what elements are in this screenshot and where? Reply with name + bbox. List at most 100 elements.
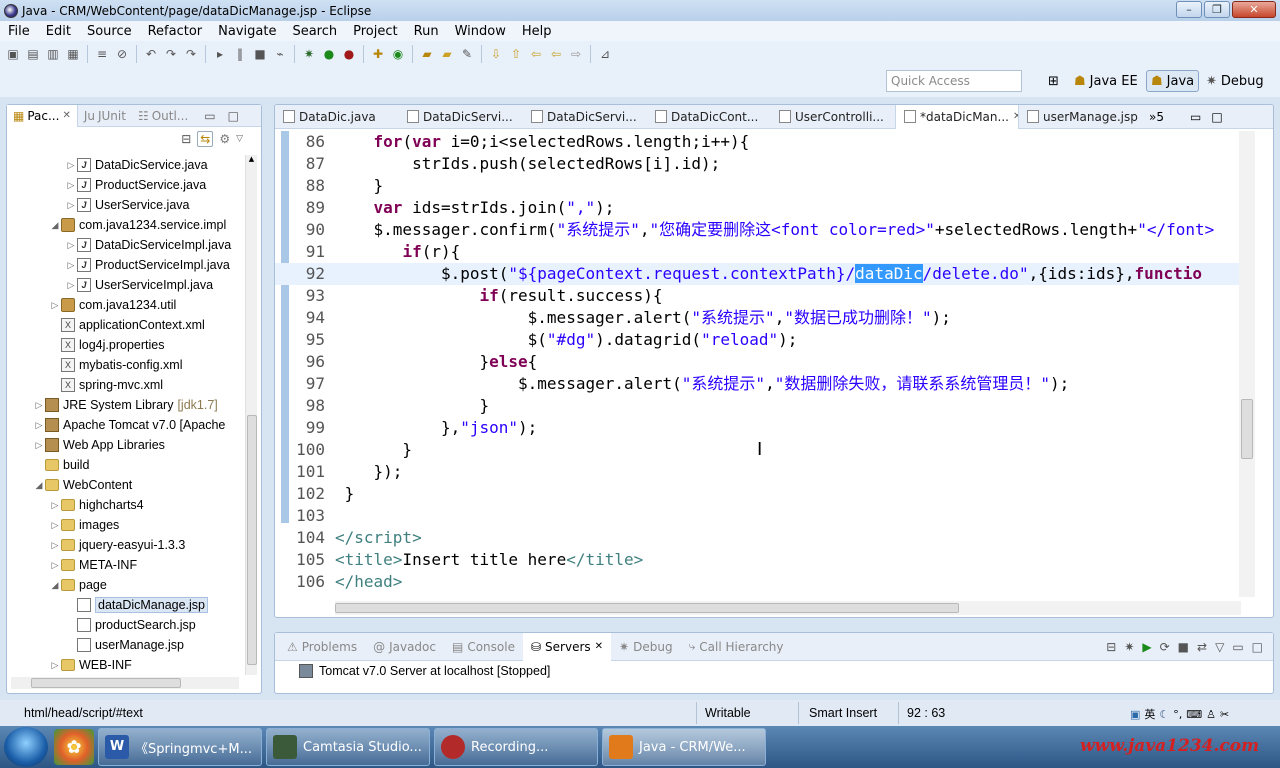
code-line[interactable]: 94 $.messager.alert("系统提示","数据已成功删除！"); [275,307,1241,329]
external-tools-icon[interactable]: ● [340,45,358,63]
task-word[interactable]: W 《Springmvc+M... [98,728,262,766]
tree-item[interactable]: Xmybatis-config.xml [7,355,247,375]
close-icon[interactable]: ✕ [62,110,70,121]
stop-server-icon[interactable]: ■ [1178,640,1189,654]
step-icon[interactable]: ↷ [182,45,200,63]
code-line[interactable]: 96 }else{ [275,351,1241,373]
tree-item[interactable]: ▷ META-INF [7,555,247,575]
view-menu-icon[interactable]: ⚙ [219,132,230,146]
menu-refactor[interactable]: Refactor [140,24,211,39]
publish-icon[interactable]: ⇄ [1197,640,1207,654]
menu-run[interactable]: Run [406,24,447,39]
save-all-icon[interactable]: ▥ [44,45,62,63]
debug-server-icon[interactable]: ✷ [1124,640,1134,654]
code-line[interactable]: 91 if(r){ [275,241,1241,263]
editor-tab[interactable]: DataDicCont... [647,105,771,129]
open-folder-icon[interactable]: ▰ [438,45,456,63]
editor-hscroll-thumb[interactable] [335,603,959,613]
collapsed-arrow-icon[interactable]: ▷ [49,300,61,311]
bottom-tab[interactable]: ⛁ Servers ✕ [522,632,612,661]
maximize-editor-icon[interactable]: □ [1211,110,1222,124]
open-perspective-icon[interactable]: ⊞ [1044,70,1063,92]
tree-vertical-scrollbar[interactable]: ▲ [245,155,257,675]
collapsed-arrow-icon[interactable]: ▷ [65,200,77,211]
search-icon[interactable]: ✎ [458,45,476,63]
editor-tab[interactable]: DataDic.java [275,105,399,129]
new-java-project-icon[interactable]: ✚ [369,45,387,63]
code-line[interactable]: 106 </head> [275,571,1241,593]
debug-icon[interactable]: ✷ [300,45,318,63]
code-line[interactable]: 103 [275,505,1241,527]
tree-item[interactable]: ▷ J UserService.java [7,195,247,215]
close-tab-icon[interactable]: ✕ [595,641,603,652]
tree-item[interactable]: ◢ WebContent [7,475,247,495]
code-line[interactable]: 104 </script> [275,527,1241,549]
build-icon[interactable]: ≡ [93,45,111,63]
ime-logo-icon[interactable]: ▣ [1130,708,1140,721]
scroll-up-icon[interactable]: ▲ [246,155,257,163]
terminate-icon[interactable]: ■ [251,45,269,63]
code-line[interactable]: 87 strIds.push(selectedRows[i].id); [275,153,1241,175]
editor-vertical-scrollbar[interactable] [1239,131,1255,597]
tree-horizontal-scrollbar[interactable] [11,677,239,689]
maximize-icon[interactable]: □ [1252,640,1263,654]
chevron-down-icon[interactable]: ▽ [236,134,243,144]
code-line[interactable]: 101 }); [275,461,1241,483]
collapsed-arrow-icon[interactable]: ▷ [33,420,45,431]
resume-icon[interactable]: ▸ [211,45,229,63]
tree-item[interactable]: ▷ Apache Tomcat v7.0 [Apache [7,415,247,435]
editor-tab[interactable]: DataDicServi... [523,105,647,129]
maximize-view-icon[interactable]: □ [222,105,245,127]
editor-horizontal-scrollbar[interactable] [335,601,1241,615]
tree-item[interactable]: ◢ page [7,575,247,595]
menu-source[interactable]: Source [79,24,140,39]
collapse-all-icon[interactable]: ⊟ [181,132,191,146]
tree-item[interactable]: ▷ highcharts4 [7,495,247,515]
collapse-icon[interactable]: ⊟ [1106,640,1116,654]
tree-item[interactable]: Xspring-mvc.xml [7,375,247,395]
minimize-editor-icon[interactable]: ▭ [1190,110,1201,124]
tree-item[interactable]: XapplicationContext.xml [7,315,247,335]
menu-window[interactable]: Window [447,24,514,39]
menu-file[interactable]: File [0,24,38,39]
code-line[interactable]: 95 $("#dg").datagrid("reload"); [275,329,1241,351]
previous-annotation-icon[interactable]: ⇧ [507,45,525,63]
editor-tab[interactable]: UserControlli... [771,105,895,129]
tree-item[interactable]: ▷ WEB-INF [7,655,247,675]
pin-icon[interactable]: ⊿ [596,45,614,63]
tree-item[interactable]: ▷ J DataDicService.java [7,155,247,175]
disconnect-icon[interactable]: ⌁ [271,45,289,63]
tree-item[interactable]: ▷ J ProductService.java [7,175,247,195]
tree-item[interactable]: ▷ Web App Libraries [7,435,247,455]
code-line[interactable]: 86 for(var i=0;i<selectedRows.length;i++… [275,131,1241,153]
last-edit-icon[interactable]: ⇦ [527,45,545,63]
new-class-icon[interactable]: ◉ [389,45,407,63]
menu-edit[interactable]: Edit [38,24,79,39]
tree-item[interactable]: ▷ J UserServiceImpl.java [7,275,247,295]
tab-junit[interactable]: Ju JUnit [78,105,132,127]
code-line[interactable]: 88 } [275,175,1241,197]
menu-navigate[interactable]: Navigate [210,24,284,39]
code-line[interactable]: 105 <title>Insert title here</title> [275,549,1241,571]
tree-item[interactable]: productSearch.jsp [7,615,247,635]
moon-icon[interactable]: ☾ [1159,708,1169,721]
pinned-app-icon[interactable]: ✿ [54,729,94,765]
start-server-icon[interactable]: ▶ [1142,640,1151,654]
task-recording[interactable]: Recording... [434,728,598,766]
run-icon[interactable]: ● [320,45,338,63]
minimize-icon[interactable]: ▭ [1232,640,1243,654]
collapsed-arrow-icon[interactable]: ▷ [65,180,77,191]
tools-icon[interactable]: ✂ [1220,708,1229,721]
perspective-java-ee[interactable]: ☗ Java EE [1070,70,1142,92]
perspective-java[interactable]: ☗ Java [1146,70,1200,92]
collapsed-arrow-icon[interactable]: ▷ [65,260,77,271]
bottom-tab[interactable]: @ Javadoc [365,633,444,661]
code-line[interactable]: 99 },"json"); [275,417,1241,439]
editor-tab[interactable]: DataDicServi... [399,105,523,129]
collapsed-arrow-icon[interactable]: ▷ [65,280,77,291]
user-icon[interactable]: ♙ [1206,708,1216,721]
collapsed-arrow-icon[interactable]: ▷ [49,500,61,511]
bottom-tab[interactable]: ⚠ Problems [279,633,365,661]
restart-server-icon[interactable]: ⟳ [1160,640,1170,654]
forward-icon[interactable]: ⇨ [567,45,585,63]
